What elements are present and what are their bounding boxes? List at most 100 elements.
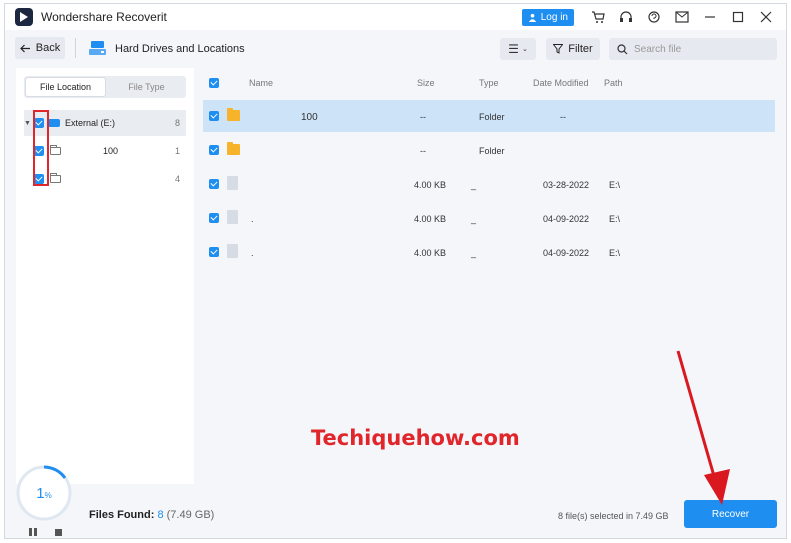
tree-checkbox[interactable] xyxy=(34,174,44,184)
search-box xyxy=(609,38,777,60)
column-name[interactable]: Name xyxy=(249,78,273,88)
file-type: _ xyxy=(471,214,477,224)
app-title: Wondershare Recoverit xyxy=(41,10,167,24)
mail-icon[interactable] xyxy=(668,7,696,27)
toolbar: Back Hard Drives and Locations ☰ ⌄ Filte… xyxy=(5,30,786,68)
recoverit-window: Wondershare Recoverit Log in Back Hard D… xyxy=(4,3,787,539)
maximize-icon[interactable] xyxy=(724,7,752,27)
file-type: _ xyxy=(471,180,477,190)
selection-summary: 8 file(s) selected in 7.49 GB xyxy=(558,511,669,521)
folder-icon xyxy=(50,173,61,183)
column-size[interactable]: Size xyxy=(417,78,435,88)
view-mode-button[interactable]: ☰ ⌄ xyxy=(500,38,536,60)
file-size: -- xyxy=(420,146,426,156)
file-size: -- xyxy=(420,112,426,122)
file-icon xyxy=(227,210,238,224)
app-logo-icon xyxy=(15,8,33,26)
table-row[interactable]: 4.00 KB _ 03-28-2022 E:\ xyxy=(203,168,775,200)
file-size: 4.00 KB xyxy=(414,214,447,224)
tree-item-label: External (E:) xyxy=(65,118,116,128)
tree-item-folder[interactable]: 4 xyxy=(24,166,186,192)
files-found-count: 8 xyxy=(157,509,164,521)
file-list-panel: Name Size Type Date Modified Path 100 --… xyxy=(199,68,782,484)
close-icon[interactable] xyxy=(752,7,780,27)
tree-item-count: 4 xyxy=(174,174,180,184)
location-panel: File Location File Type ▼ External (E:) … xyxy=(16,68,194,484)
chat-icon[interactable] xyxy=(640,7,668,27)
file-path: E:\ xyxy=(609,214,621,224)
file-path: E:\ xyxy=(609,248,621,258)
login-label: Log in xyxy=(540,11,568,23)
title-actions: Log in xyxy=(521,7,780,27)
file-type: Folder xyxy=(479,112,505,122)
row-checkbox[interactable] xyxy=(209,213,219,223)
recover-button[interactable]: Recover xyxy=(684,500,777,528)
title-bar: Wondershare Recoverit Log in xyxy=(5,4,786,30)
file-name: . xyxy=(251,248,254,258)
file-size: 4.00 KB xyxy=(414,180,447,190)
row-checkbox[interactable] xyxy=(209,111,219,121)
filter-icon xyxy=(553,44,564,54)
file-date: 04-09-2022 xyxy=(543,248,590,258)
column-path[interactable]: Path xyxy=(604,78,623,88)
list-view-icon: ☰ xyxy=(508,42,519,56)
minimize-icon[interactable] xyxy=(696,7,724,27)
folder-icon xyxy=(227,142,240,155)
table-row[interactable]: . 4.00 KB _ 04-09-2022 E:\ xyxy=(203,202,775,234)
tree-item-count: 8 xyxy=(174,118,180,128)
row-checkbox[interactable] xyxy=(209,179,219,189)
progress-percent: 1% xyxy=(36,484,52,502)
tree-item-label: 100 xyxy=(103,146,119,156)
back-button[interactable]: Back xyxy=(15,37,65,59)
tree-checkbox[interactable] xyxy=(34,118,44,128)
tab-file-location[interactable]: File Location xyxy=(25,77,106,97)
filter-button[interactable]: Filter xyxy=(546,38,600,60)
table-header: Name Size Type Date Modified Path xyxy=(199,68,782,98)
file-icon xyxy=(227,176,238,190)
select-all-checkbox[interactable] xyxy=(209,78,219,88)
row-checkbox[interactable] xyxy=(209,145,219,155)
chevron-down-icon: ⌄ xyxy=(521,46,528,53)
file-type: _ xyxy=(471,248,477,258)
filter-label: Filter xyxy=(568,43,593,55)
files-found-size: (7.49 GB) xyxy=(166,509,215,521)
caret-down-icon[interactable]: ▼ xyxy=(24,120,34,127)
tree-item-count: 1 xyxy=(174,146,180,156)
file-type: Folder xyxy=(479,146,505,156)
folder-icon xyxy=(227,108,240,121)
watermark-text: Techiquehow.com xyxy=(311,426,520,450)
tree-item-external-drive[interactable]: ▼ External (E:) 8 xyxy=(24,110,186,136)
row-checkbox[interactable] xyxy=(209,247,219,257)
file-date: 04-09-2022 xyxy=(543,214,590,224)
pause-icon[interactable] xyxy=(29,528,37,536)
cart-icon[interactable] xyxy=(584,7,612,27)
arrow-left-icon xyxy=(19,44,30,52)
table-row[interactable]: -- Folder xyxy=(203,134,775,166)
back-label: Back xyxy=(35,42,61,54)
table-row[interactable]: . 4.00 KB _ 04-09-2022 E:\ xyxy=(203,236,775,268)
file-date: 03-28-2022 xyxy=(543,180,590,190)
file-icon xyxy=(227,244,238,258)
file-name: 100 xyxy=(301,112,318,123)
tree-checkbox[interactable] xyxy=(34,146,44,156)
files-found-label: Files Found: xyxy=(89,509,155,521)
toolbar-divider xyxy=(75,38,76,58)
status-bar: 1% Files Found: 8 (7.49 GB) 8 file(s) se… xyxy=(5,465,786,538)
file-date: -- xyxy=(560,112,566,122)
headset-icon[interactable] xyxy=(612,7,640,27)
folder-icon xyxy=(50,145,61,155)
user-icon xyxy=(528,13,536,22)
stop-icon[interactable] xyxy=(55,529,62,536)
hard-drive-icon xyxy=(89,41,106,55)
tab-file-type[interactable]: File Type xyxy=(107,76,186,98)
login-button[interactable]: Log in xyxy=(521,8,574,26)
file-path: E:\ xyxy=(609,180,621,190)
tree-item-folder[interactable]: 100 1 xyxy=(24,138,186,164)
table-row[interactable]: 100 -- Folder -- xyxy=(203,100,775,132)
search-input[interactable] xyxy=(634,43,764,55)
column-type[interactable]: Type xyxy=(479,78,499,88)
file-size: 4.00 KB xyxy=(414,248,447,258)
column-date-modified[interactable]: Date Modified xyxy=(533,78,589,88)
file-name: . xyxy=(251,214,254,224)
location-title: Hard Drives and Locations xyxy=(115,43,245,55)
